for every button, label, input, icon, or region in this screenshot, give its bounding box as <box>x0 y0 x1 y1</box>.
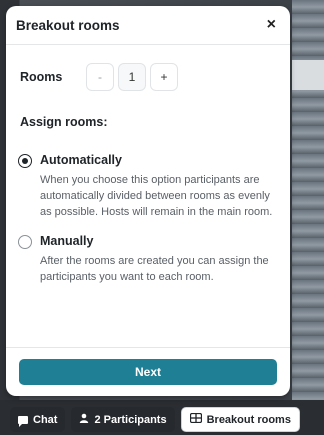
rooms-count-value[interactable]: 1 <box>118 63 146 91</box>
option-automatically-title: Automatically <box>40 153 122 167</box>
panel-footer: Next <box>6 347 290 396</box>
chat-label: Chat <box>33 413 58 426</box>
participants-button[interactable]: 2 Participants <box>71 407 175 432</box>
decrement-rooms-button[interactable]: - <box>86 63 114 91</box>
panel-title: Breakout rooms <box>16 17 120 33</box>
breakout-rooms-icon <box>189 412 202 426</box>
assign-rooms-heading: Assign rooms: <box>20 115 108 129</box>
close-icon[interactable]: × <box>267 16 276 34</box>
rooms-row: Rooms - 1 + <box>20 63 290 91</box>
radio-manually[interactable] <box>18 235 32 249</box>
meeting-toolbar: Chat 2 Participants Breakout rooms <box>0 404 324 435</box>
option-automatically[interactable]: Automatically When you choose this optio… <box>18 153 280 220</box>
breakout-rooms-label: Breakout rooms <box>206 413 291 426</box>
breakout-rooms-button[interactable]: Breakout rooms <box>180 407 300 432</box>
rooms-label: Rooms <box>20 70 63 84</box>
participants-label: 2 Participants <box>94 413 167 426</box>
option-manually-title: Manually <box>40 234 94 248</box>
radio-automatically[interactable] <box>18 154 32 168</box>
breakout-rooms-panel: Breakout rooms × Rooms - 1 + Assign room… <box>6 6 290 396</box>
increment-rooms-button[interactable]: + <box>150 63 178 91</box>
background-window <box>292 60 324 90</box>
chat-button[interactable]: Chat <box>10 407 66 432</box>
panel-header: Breakout rooms × <box>6 6 290 45</box>
option-manually-description: After the rooms are created you can assi… <box>40 255 269 283</box>
option-manually[interactable]: Manually After the rooms are created you… <box>18 234 280 285</box>
option-automatically-description: When you choose this option participants… <box>40 174 273 218</box>
person-icon <box>79 413 89 426</box>
rooms-stepper: - 1 + <box>86 63 178 91</box>
next-button[interactable]: Next <box>19 359 277 385</box>
chat-icon <box>18 415 28 427</box>
